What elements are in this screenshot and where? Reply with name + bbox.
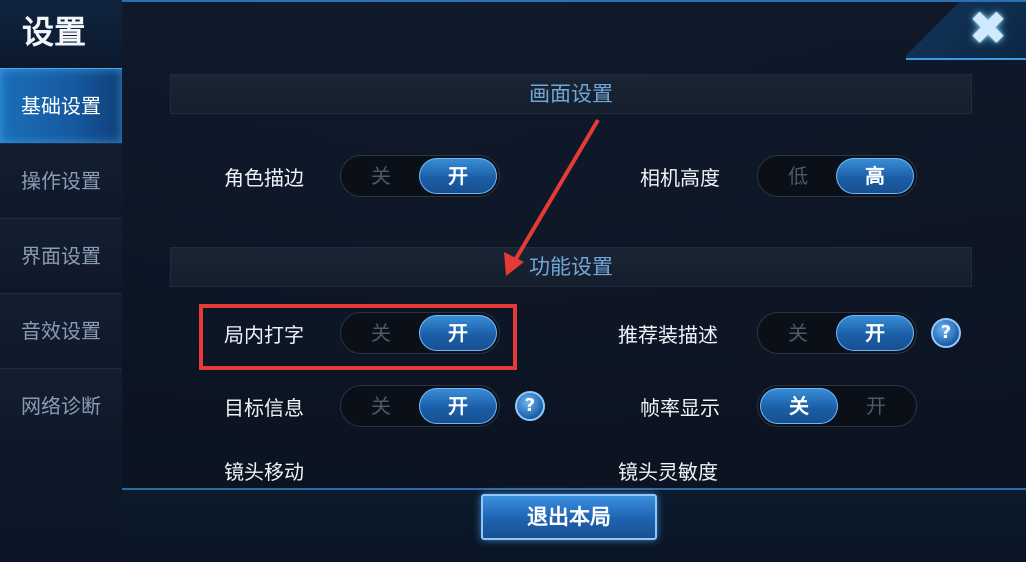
target-info-toggle[interactable]: 关 开 xyxy=(340,385,500,427)
target-info-on-option[interactable]: 开 xyxy=(419,388,497,424)
fps-display-label: 帧率显示 xyxy=(640,396,720,420)
close-icon[interactable]: ✖ xyxy=(964,5,1012,51)
role-outline-label: 角色描边 xyxy=(224,166,304,190)
camera-height-high-option[interactable]: 高 xyxy=(836,158,914,194)
sidebar-item-interface-settings[interactable]: 界面设置 xyxy=(0,218,122,293)
recommend-gear-desc-on-option[interactable]: 开 xyxy=(836,315,914,351)
target-info-off-option[interactable]: 关 xyxy=(341,386,421,426)
sidebar-item-control-settings[interactable]: 操作设置 xyxy=(0,143,122,218)
role-outline-off-option[interactable]: 关 xyxy=(341,156,421,196)
camera-height-label: 相机高度 xyxy=(640,166,720,190)
target-info-label: 目标信息 xyxy=(224,396,304,420)
recommend-gear-desc-label: 推荐装描述 xyxy=(618,323,718,347)
section-header-function: 功能设置 xyxy=(170,247,972,287)
camera-height-toggle[interactable]: 低 高 xyxy=(757,155,917,197)
annotation-highlight-box xyxy=(199,304,517,370)
close-button-frame: ✖ xyxy=(906,2,1026,60)
recommend-gear-help-icon[interactable]: ? xyxy=(931,318,961,348)
sidebar-item-sound-settings[interactable]: 音效设置 xyxy=(0,293,122,368)
exit-match-button[interactable]: 退出本局 xyxy=(481,494,657,540)
fps-display-off-option[interactable]: 关 xyxy=(760,388,838,424)
fps-display-toggle[interactable]: 关 开 xyxy=(757,385,917,427)
settings-title: 设置 xyxy=(0,0,122,68)
recommend-gear-desc-toggle[interactable]: 关 开 xyxy=(757,312,917,354)
camera-height-low-option[interactable]: 低 xyxy=(758,156,838,196)
camera-sensitivity-label: 镜头灵敏度 xyxy=(618,460,718,484)
recommend-gear-desc-off-option[interactable]: 关 xyxy=(758,313,838,353)
fps-display-on-option[interactable]: 开 xyxy=(836,386,916,426)
role-outline-on-option[interactable]: 开 xyxy=(419,158,497,194)
sidebar-item-network-diagnosis[interactable]: 网络诊断 xyxy=(0,368,122,443)
section-header-display: 画面设置 xyxy=(170,74,972,114)
target-info-help-icon[interactable]: ? xyxy=(515,391,545,421)
settings-sidebar: 设置 基础设置 操作设置 界面设置 音效设置 网络诊断 xyxy=(0,0,123,560)
camera-move-label: 镜头移动 xyxy=(224,460,304,484)
role-outline-toggle[interactable]: 关 开 xyxy=(340,155,500,197)
sidebar-item-basic-settings[interactable]: 基础设置 xyxy=(0,68,122,143)
